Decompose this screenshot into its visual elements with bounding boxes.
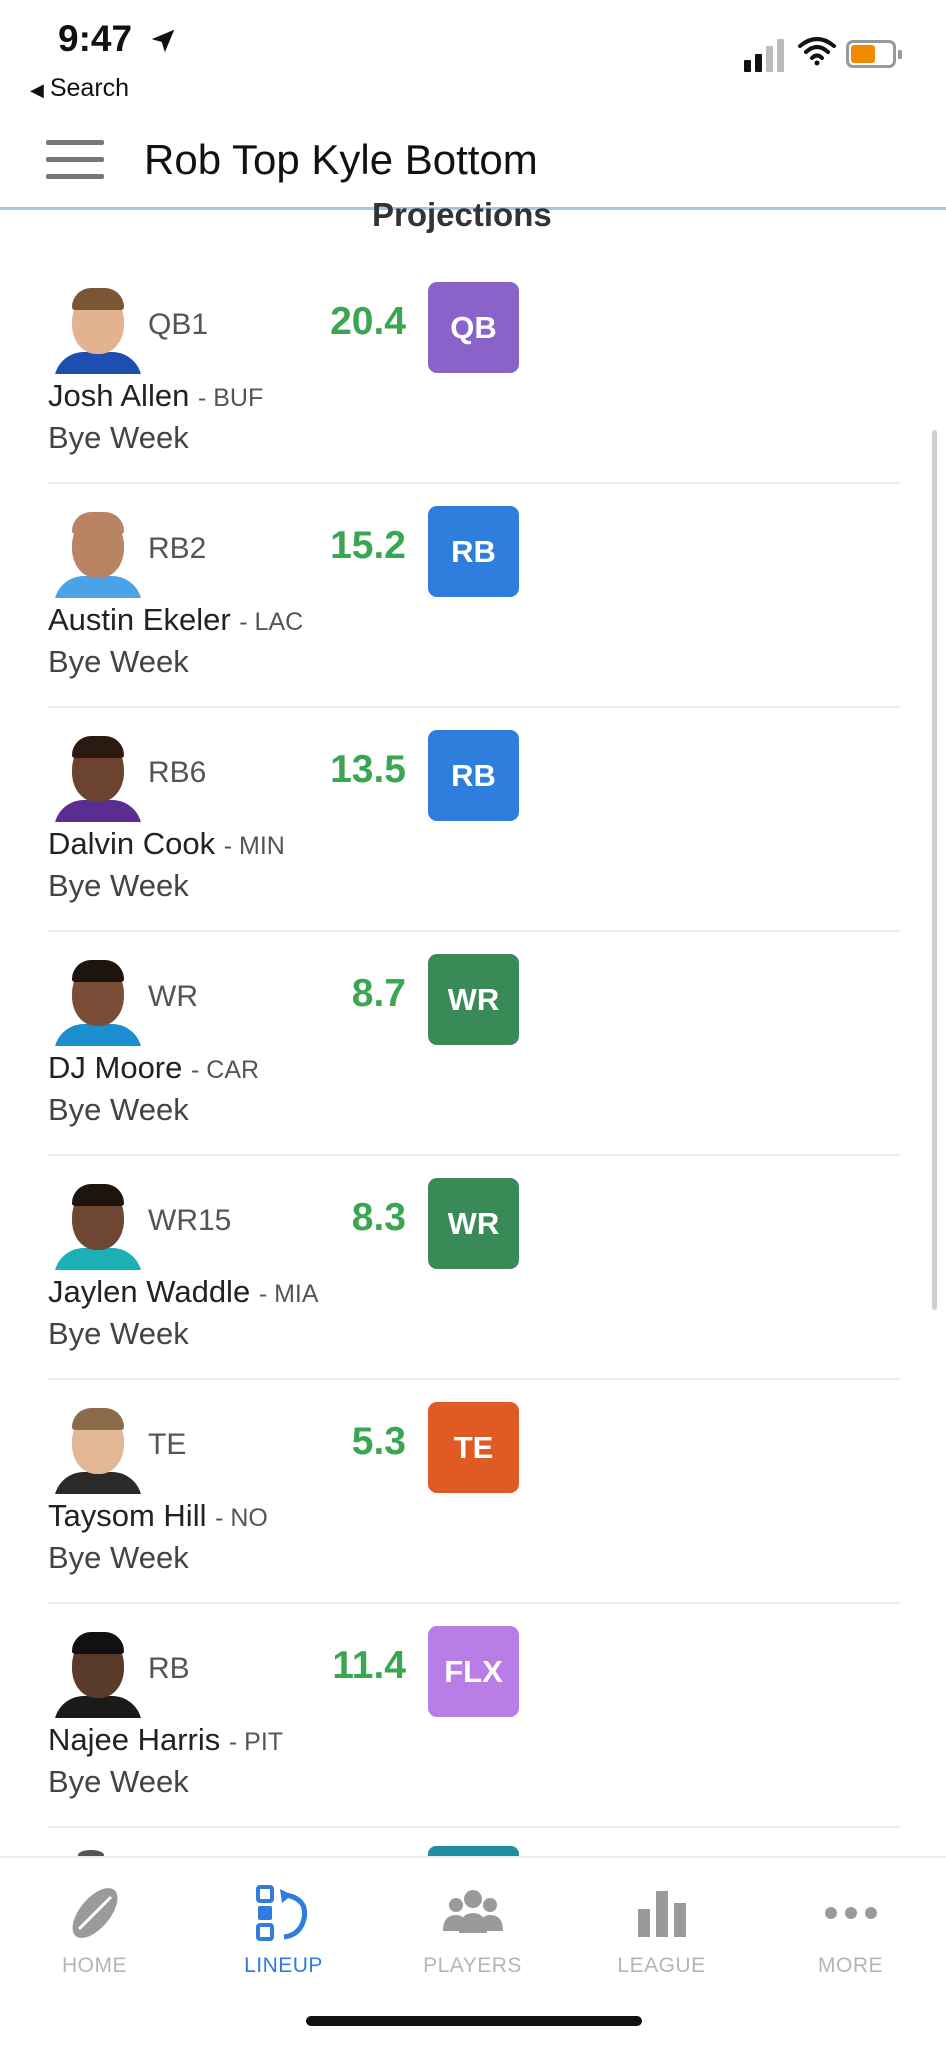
player-slot-rank: WR15 (148, 1204, 232, 1237)
player-team: - MIN (223, 832, 285, 860)
bar-chart-icon (567, 1878, 756, 1948)
status-bar: 9:47 ◀ Search (0, 0, 946, 110)
player-slot-rank: QB1 (148, 308, 209, 341)
position-badge[interactable]: WR (428, 954, 519, 1045)
player-name[interactable]: Jaylen Waddle - MIA (48, 1274, 319, 1310)
player-avatar (54, 286, 142, 374)
tab-label: LEAGUE (617, 1954, 706, 1977)
player-status: Bye Week (48, 868, 189, 903)
ellipsis-icon (756, 1878, 945, 1948)
tab-lineup[interactable]: LINEUP (189, 1878, 378, 1978)
player-row[interactable]: RB 11.4 FLX Najee Harris - PIT Bye Week (0, 1604, 946, 1828)
home-indicator (306, 2016, 642, 2026)
player-row[interactable]: RB2 15.2 RB Austin Ekeler - LAC Bye Week (0, 484, 946, 708)
back-label: Search (49, 74, 130, 102)
projected-points: 8.3 (351, 1196, 406, 1239)
player-avatar (54, 1182, 142, 1270)
position-badge[interactable]: TE (428, 1402, 519, 1493)
player-status: Bye Week (48, 1316, 189, 1351)
player-row[interactable]: WR15 8.3 WR Jaylen Waddle - MIA Bye Week (0, 1156, 946, 1380)
back-triangle-icon: ◀ (30, 80, 44, 100)
player-team: - MIA (258, 1280, 319, 1308)
tab-label: MORE (818, 1954, 883, 1977)
player-row[interactable]: TE 5.3 TE Taysom Hill - NO Bye Week (0, 1380, 946, 1604)
tab-more[interactable]: MORE (756, 1878, 945, 1978)
player-avatar (54, 958, 142, 1046)
players-group-icon (378, 1878, 567, 1948)
player-slot-rank: TE (148, 1428, 187, 1461)
tab-players[interactable]: PLAYERS (378, 1878, 567, 1978)
player-row[interactable]: WR 8.7 WR DJ Moore - CAR Bye Week (0, 932, 946, 1156)
player-name[interactable]: DJ Moore - CAR (48, 1050, 259, 1086)
player-slot-rank: WR (148, 980, 198, 1013)
position-badge[interactable]: WR (428, 1178, 519, 1269)
player-slot-rank: RB6 (148, 756, 207, 789)
position-badge[interactable]: FLX (428, 1626, 519, 1717)
player-team: - BUF (197, 384, 264, 412)
player-name[interactable]: Taysom Hill - NO (48, 1498, 268, 1534)
battery-icon (846, 40, 902, 68)
player-avatar (54, 734, 142, 822)
player-slot-rank: RB (148, 1652, 190, 1685)
tab-label: HOME (62, 1954, 127, 1977)
status-time: 9:47 (58, 18, 133, 59)
player-name[interactable]: Austin Ekeler - LAC (48, 602, 303, 638)
projected-points: 11.4 (332, 1644, 406, 1687)
projected-points: 13.5 (330, 748, 406, 791)
player-status: Bye Week (48, 1092, 189, 1127)
projected-points: 8.7 (351, 972, 406, 1015)
player-name[interactable]: Josh Allen - BUF (48, 378, 263, 414)
page-title: Rob Top Kyle Bottom (144, 136, 538, 183)
player-row[interactable]: RB6 13.5 RB Dalvin Cook - MIN Bye Week (0, 708, 946, 932)
row-divider (48, 1826, 900, 1828)
tab-league[interactable]: LEAGUE (567, 1878, 756, 1978)
tab-home[interactable]: HOME (0, 1878, 189, 1978)
player-avatar (54, 1406, 142, 1494)
back-to-search-link[interactable]: ◀ Search (30, 74, 129, 103)
position-badge[interactable]: RB (428, 506, 519, 597)
player-team: - LAC (239, 608, 304, 636)
player-row[interactable]: QB1 20.4 QB Josh Allen - BUF Bye Week (0, 260, 946, 484)
player-status: Bye Week (48, 1764, 189, 1799)
section-heading: Projections (372, 196, 552, 233)
player-status: Bye Week (48, 420, 189, 455)
position-badge[interactable]: RB (428, 730, 519, 821)
player-status: Bye Week (48, 644, 189, 679)
tab-label: PLAYERS (423, 1954, 522, 1977)
hamburger-menu-icon[interactable] (46, 140, 104, 180)
player-slot-rank: RB2 (148, 532, 207, 565)
player-status: Bye Week (48, 1540, 189, 1575)
app-header: Rob Top Kyle Bottom (0, 110, 946, 210)
projected-points: 5.3 (351, 1420, 406, 1463)
projected-points: 20.4 (330, 300, 406, 343)
player-team: - CAR (191, 1056, 260, 1084)
player-team: - PIT (228, 1728, 284, 1756)
position-badge[interactable]: QB (428, 282, 519, 373)
cellular-signal-icon (744, 34, 784, 72)
location-arrow-icon (151, 29, 175, 53)
projected-points: 15.2 (330, 524, 406, 567)
lineup-list: QB1 20.4 QB Josh Allen - BUF Bye Week RB… (0, 260, 946, 1828)
football-icon (0, 1878, 189, 1948)
wifi-icon (798, 37, 836, 66)
scrollbar[interactable] (932, 430, 937, 1310)
player-avatar (54, 1630, 142, 1718)
tab-label: LINEUP (244, 1954, 323, 1977)
player-name[interactable]: Najee Harris - PIT (48, 1722, 283, 1758)
lineup-swap-icon (189, 1878, 378, 1948)
player-name[interactable]: Dalvin Cook - MIN (48, 826, 285, 862)
player-team: - NO (215, 1504, 268, 1532)
player-avatar (54, 510, 142, 598)
